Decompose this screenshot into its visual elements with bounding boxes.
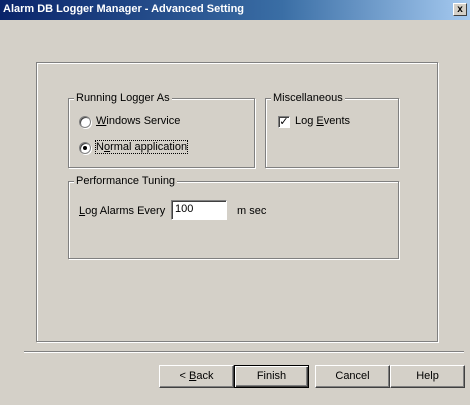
- log-alarms-interval-input[interactable]: 100: [171, 200, 227, 220]
- finish-button[interactable]: Finish: [234, 365, 309, 388]
- title-bar[interactable]: Alarm DB Logger Manager - Advanced Setti…: [0, 0, 470, 20]
- running-logger-group: Running Logger As Windows Service Normal…: [68, 92, 255, 168]
- miscellaneous-group-label: Miscellaneous: [271, 92, 345, 104]
- window-title: Alarm DB Logger Manager - Advanced Setti…: [3, 3, 245, 15]
- miscellaneous-group: Miscellaneous ✓ Log Events: [265, 92, 399, 168]
- windows-service-label: Windows Service: [96, 115, 181, 127]
- radio-selected-dot: [83, 146, 87, 150]
- windows-service-radio[interactable]: Windows Service: [79, 115, 219, 130]
- running-logger-group-label: Running Logger As: [74, 92, 172, 104]
- back-button[interactable]: < Back: [159, 365, 234, 388]
- unit-label: m sec: [237, 205, 267, 217]
- cancel-button[interactable]: Cancel: [315, 365, 390, 388]
- normal-application-radio-circle[interactable]: [79, 142, 91, 154]
- close-icon: x: [457, 4, 463, 15]
- help-button[interactable]: Help: [390, 365, 465, 388]
- close-button[interactable]: x: [453, 3, 467, 16]
- log-events-checkbox[interactable]: ✓ Log Events: [278, 115, 378, 130]
- log-events-label: Log Events: [295, 115, 351, 127]
- performance-tuning-group-label: Performance Tuning: [74, 175, 178, 187]
- performance-tuning-group: Performance Tuning Log Alarms Every 100 …: [68, 175, 399, 259]
- normal-application-radio[interactable]: Normal application: [79, 140, 219, 156]
- log-events-check-box[interactable]: ✓: [278, 116, 290, 128]
- windows-service-radio-circle[interactable]: [79, 116, 91, 128]
- settings-panel: Running Logger As Windows Service Normal…: [36, 62, 438, 342]
- dialog-body: Running Logger As Windows Service Normal…: [0, 20, 470, 405]
- log-alarms-every-label: Log Alarms Every: [79, 205, 166, 217]
- advanced-setting-dialog: Alarm DB Logger Manager - Advanced Setti…: [0, 0, 470, 405]
- button-separator: [24, 351, 464, 353]
- normal-application-label: Normal application: [94, 140, 189, 154]
- checkmark-icon: ✓: [279, 116, 289, 128]
